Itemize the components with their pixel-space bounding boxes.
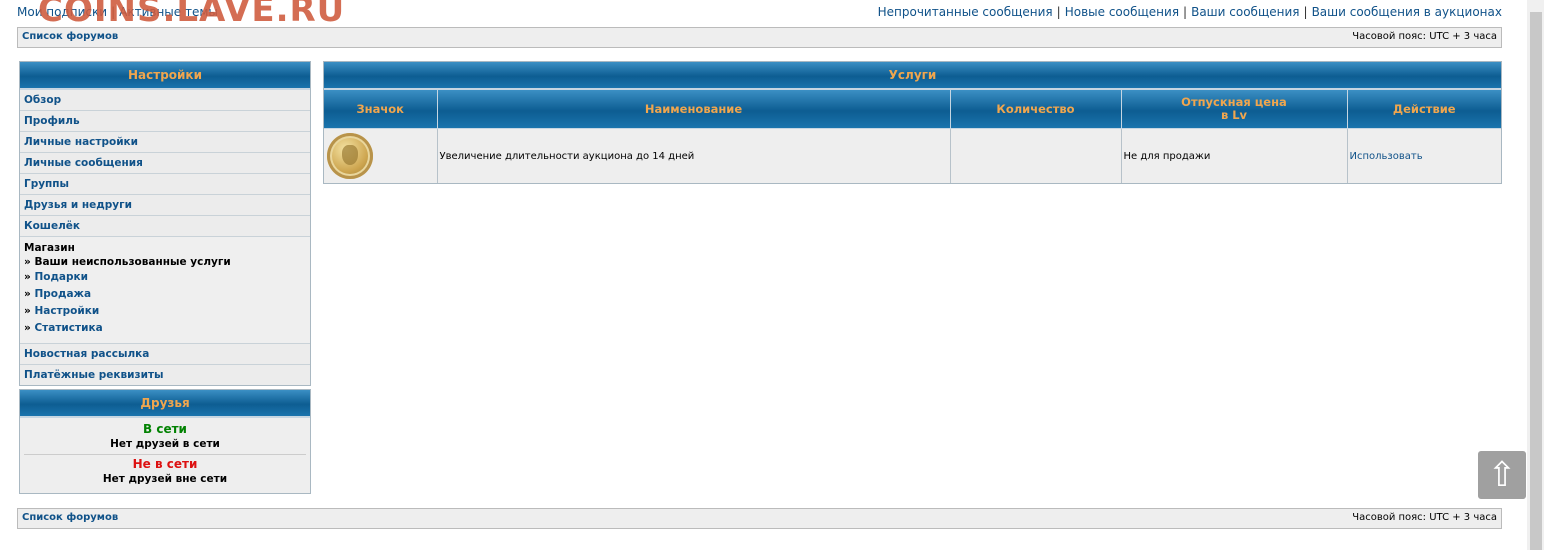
gold-coin-emblem-icon bbox=[327, 133, 373, 179]
separator: | bbox=[111, 5, 116, 19]
service-name: Увеличение длительности аукциона до 14 д… bbox=[437, 128, 951, 183]
vertical-scrollbar[interactable] bbox=[1527, 0, 1544, 550]
col-header-action: Действие bbox=[1347, 90, 1501, 129]
separator: | bbox=[1303, 5, 1308, 19]
service-price: Не для продажи bbox=[1121, 128, 1348, 183]
shop-unused-services[interactable]: » Ваши неиспользованные услуги bbox=[24, 255, 306, 269]
top-right-links: Непрочитанные сообщения | Новые сообщения |… bbox=[878, 5, 1502, 19]
offline-friends-text: Нет друзей вне сети bbox=[102, 473, 228, 485]
col-header-name: Наименование bbox=[437, 90, 951, 129]
scrollbar-thumb[interactable] bbox=[1530, 12, 1542, 550]
menu-item-personal-settings[interactable]: Личные настройки bbox=[20, 132, 310, 153]
your-messages-link[interactable]: Ваши сообщения bbox=[1191, 5, 1299, 19]
menu-item-overview[interactable]: Обзор bbox=[20, 90, 310, 111]
service-action-cell: Использовать bbox=[1347, 128, 1501, 183]
friends-panel: Друзья В сети Нет друзей в сети Не в сет… bbox=[19, 389, 311, 494]
menu-item-wallet[interactable]: Кошелёк bbox=[20, 216, 310, 237]
online-label: В сети bbox=[143, 422, 187, 436]
menu-item-private-messages[interactable]: Личные сообщения bbox=[20, 153, 310, 174]
col-header-quantity: Количество bbox=[950, 90, 1122, 129]
shop-settings-link[interactable]: Настройки bbox=[34, 305, 99, 317]
shop-sub-sale: » Продажа bbox=[24, 286, 306, 303]
forum-list-link[interactable]: Список форумов bbox=[22, 512, 118, 523]
forum-list-link[interactable]: Список форумов bbox=[22, 31, 118, 42]
menu-item-groups[interactable]: Группы bbox=[20, 174, 310, 195]
separator: | bbox=[1183, 5, 1188, 19]
shop-sub-settings: » Настройки bbox=[24, 303, 306, 320]
arrow: » bbox=[24, 305, 35, 317]
your-auction-messages-link[interactable]: Ваши сообщения в аукционах bbox=[1312, 5, 1502, 19]
settings-panel: Настройки Обзор Профиль Личные настройки… bbox=[19, 61, 311, 386]
services-title: Услуги bbox=[324, 62, 1501, 90]
shop-sub-gifts: » Подарки bbox=[24, 269, 306, 286]
menu-item-newsletter[interactable]: Новостная рассылка bbox=[20, 344, 310, 365]
divider bbox=[24, 454, 306, 455]
services-panel: Услуги Значок Наименование Количество От… bbox=[323, 61, 1502, 184]
breadcrumb-bar-bottom: Список форумов Часовой пояс: UTC + 3 час… bbox=[17, 508, 1502, 529]
separator: | bbox=[1056, 5, 1061, 19]
top-link-bar: Мои подписки | Активные темы Непрочитанные… bbox=[17, 5, 1502, 21]
menu-item-payment-details[interactable]: Платёжные реквизиты bbox=[20, 365, 310, 385]
friends-panel-title: Друзья bbox=[20, 390, 310, 418]
col-header-price: Отпускная цена в Lv bbox=[1121, 90, 1348, 129]
price-header-line1: Отпускная цена bbox=[1181, 95, 1287, 109]
price-header-line2: в Lv bbox=[1220, 108, 1248, 122]
table-header-row: Значок Наименование Количество Отпускная… bbox=[324, 90, 1501, 129]
service-quantity bbox=[950, 128, 1122, 183]
top-left-links: Мои подписки | Активные темы bbox=[17, 5, 218, 19]
timezone-text: Часовой пояс: UTC + 3 часа bbox=[1352, 512, 1497, 523]
new-messages-link[interactable]: Новые сообщения bbox=[1065, 5, 1179, 19]
active-topics-link[interactable]: Активные темы bbox=[119, 5, 218, 19]
my-subscriptions-link[interactable]: Мои подписки bbox=[17, 5, 107, 19]
menu-item-shop: Магазин » Ваши неиспользованные услуги »… bbox=[20, 237, 310, 344]
menu-item-profile[interactable]: Профиль bbox=[20, 111, 310, 132]
timezone-text: Часовой пояс: UTC + 3 часа bbox=[1352, 31, 1497, 42]
menu-item-friends-foes[interactable]: Друзья и недруги bbox=[20, 195, 310, 216]
friends-body: В сети Нет друзей в сети Не в сети Нет д… bbox=[20, 418, 310, 493]
services-table: Значок Наименование Количество Отпускная… bbox=[324, 90, 1501, 183]
arrow: » bbox=[24, 271, 35, 283]
shop-statistics-link[interactable]: Статистика bbox=[34, 322, 102, 334]
col-header-icon: Значок bbox=[324, 90, 438, 129]
use-service-link[interactable]: Использовать bbox=[1350, 151, 1423, 162]
scroll-to-top-button[interactable]: ⇧ bbox=[1478, 451, 1526, 499]
breadcrumb-bar-top: Список форумов Часовой пояс: UTC + 3 час… bbox=[17, 27, 1502, 48]
arrow: » bbox=[24, 322, 35, 334]
unread-messages-link[interactable]: Непрочитанные сообщения bbox=[878, 5, 1053, 19]
service-icon-cell bbox=[324, 128, 438, 183]
shop-title[interactable]: Магазин bbox=[24, 241, 306, 255]
table-row: Увеличение длительности аукциона до 14 д… bbox=[324, 128, 1501, 183]
shop-sub-statistics: » Статистика bbox=[24, 320, 306, 337]
shop-gifts-link[interactable]: Подарки bbox=[34, 271, 88, 283]
settings-panel-title: Настройки bbox=[20, 62, 310, 90]
online-friends-text: Нет друзей в сети bbox=[110, 438, 220, 450]
arrow: » bbox=[24, 288, 35, 300]
offline-label: Не в сети bbox=[132, 457, 198, 471]
shop-sale-link[interactable]: Продажа bbox=[34, 288, 91, 300]
